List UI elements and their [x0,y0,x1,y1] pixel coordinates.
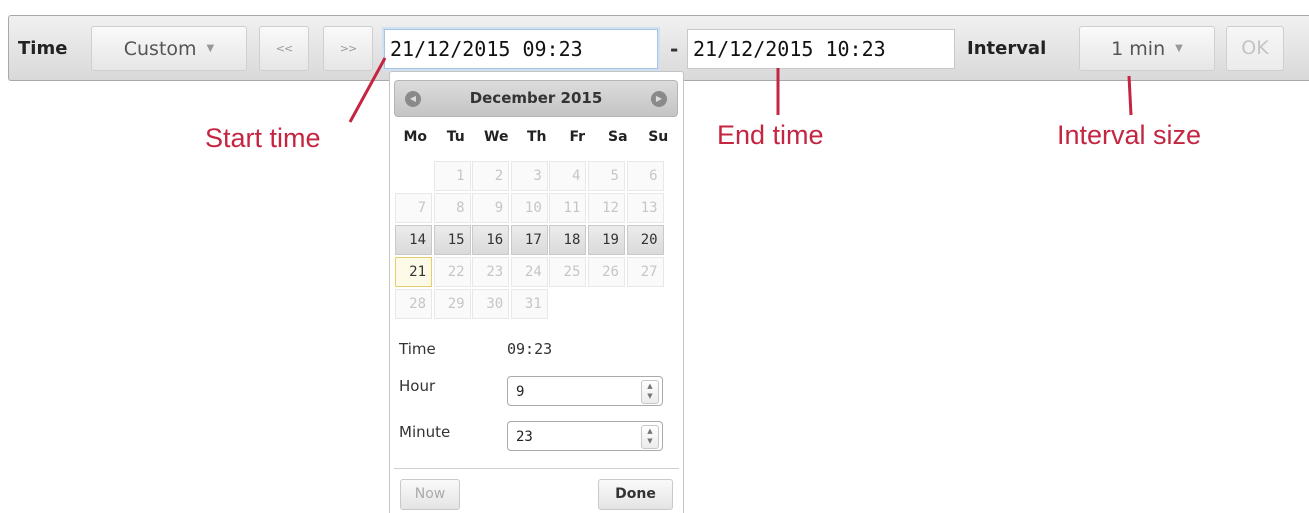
calendar-day[interactable]: 10 [510,193,548,223]
calendar-day[interactable]: 21 [395,257,432,287]
calendar-day[interactable]: 13 [626,193,664,223]
interval-size-annotation: Interval size [1057,120,1202,150]
caret-down-icon: ▼ [1175,43,1183,54]
weekday-label: We [484,129,509,145]
calendar-day[interactable]: 23 [472,257,510,287]
calendar-day[interactable]: 31 [510,289,548,319]
weekday-header: Mo Tu We Th Fr Sa Su [395,122,679,152]
calendar-day[interactable]: 12 [587,193,625,223]
time-row-label: Time [399,340,436,358]
weekday-label: Tu [446,129,465,145]
time-preset-value: Custom [123,38,197,60]
hour-stepper[interactable]: 9 ▲ ▼ [507,376,663,406]
calendar-day[interactable]: 8 [433,193,471,223]
time-row-value: 09:23 [507,340,553,358]
calendar-day[interactable]: 11 [549,193,587,223]
calendar-day[interactable]: 3 [510,161,548,191]
calendar-day[interactable]: 17 [510,225,548,255]
calendar-day[interactable]: 29 [433,289,471,319]
calendar-day[interactable]: 25 [549,257,587,287]
now-label: Now [414,486,446,502]
calendar-day[interactable]: 18 [549,225,587,255]
hour-value: 9 [516,384,525,400]
next-range-button[interactable]: >> [323,26,373,71]
previous-range-button[interactable]: << [259,26,309,71]
done-label: Done [615,486,656,502]
month-title: December 2015 [469,89,603,107]
interval-value: 1 min [1111,38,1166,60]
minute-label: Minute [399,423,451,441]
datepicker-header: ◀ December 2015 ▶ [394,80,678,117]
done-button[interactable]: Done [598,479,673,510]
end-time-input[interactable]: 21/12/2015 10:23 [687,29,955,69]
end-time-annotation: End time [717,120,824,150]
calendar-day[interactable]: 14 [395,225,432,255]
start-time-input[interactable]: 21/12/2015 09:23 [384,29,658,69]
calendar-day[interactable]: 20 [626,225,664,255]
calendar-day[interactable]: 4 [549,161,587,191]
spin-arrows-icon[interactable]: ▲ ▼ [641,425,659,449]
calendar-day[interactable]: 27 [626,257,664,287]
calendar-day[interactable]: 5 [587,161,625,191]
interval-dropdown[interactable]: 1 min ▼ [1079,26,1215,71]
time-label: Time [18,38,68,59]
minute-value: 23 [516,429,533,445]
weekday-label: Mo [403,129,428,145]
time-preset-dropdown[interactable]: Custom ▼ [91,26,247,71]
calendar-day[interactable]: 16 [472,225,510,255]
calendar-day[interactable]: 24 [510,257,548,287]
calendar-day[interactable]: 9 [472,193,510,223]
interval-label: Interval [967,38,1047,59]
caret-down-icon: ▼ [206,43,215,54]
previous-range-label: << [275,42,293,55]
calendar-day[interactable]: 22 [433,257,471,287]
calendar-day[interactable]: 15 [433,225,471,255]
calendar-day[interactable]: 6 [626,161,664,191]
weekday-label: Su [648,129,669,145]
hour-label: Hour [399,377,436,395]
weekday-label: Th [526,129,547,145]
minute-stepper[interactable]: 23 ▲ ▼ [507,421,663,451]
interval-size-pointer [1127,75,1133,116]
datepicker-divider [394,468,679,469]
spin-arrows-icon[interactable]: ▲ ▼ [641,380,659,404]
circle-right-arrow-icon[interactable]: ▶ [651,91,667,107]
calendar-empty-cell [395,161,432,191]
next-range-label: >> [339,42,357,55]
ok-label: OK [1241,37,1269,59]
calendar-day[interactable]: 1 [433,161,471,191]
calendar-day[interactable]: 28 [395,289,432,319]
start-time-value: 21/12/2015 09:23 [390,37,583,61]
calendar-day[interactable]: 19 [587,225,625,255]
weekday-label: Fr [569,129,586,145]
start-time-annotation: Start time [205,123,321,153]
end-time-value: 21/12/2015 10:23 [693,37,886,61]
ok-button[interactable]: OK [1226,26,1284,71]
calendar-day[interactable]: 30 [472,289,510,319]
now-button[interactable]: Now [400,479,460,510]
calendar-day[interactable]: 7 [395,193,432,223]
calendar-day-grid: 1 2 3 4 5 6 7 8 9 10 11 12 13 14 15 16 17 18 19 20 21 22 23 24 2… [395,161,664,319]
circle-left-arrow-icon[interactable]: ◀ [405,91,421,107]
datepicker-popup: ◀ December 2015 ▶ Mo Tu We Th Fr Sa Su 1… [389,71,684,513]
calendar-day[interactable]: 26 [587,257,625,287]
weekday-label: Sa [607,129,628,145]
calendar-day[interactable]: 2 [472,161,510,191]
